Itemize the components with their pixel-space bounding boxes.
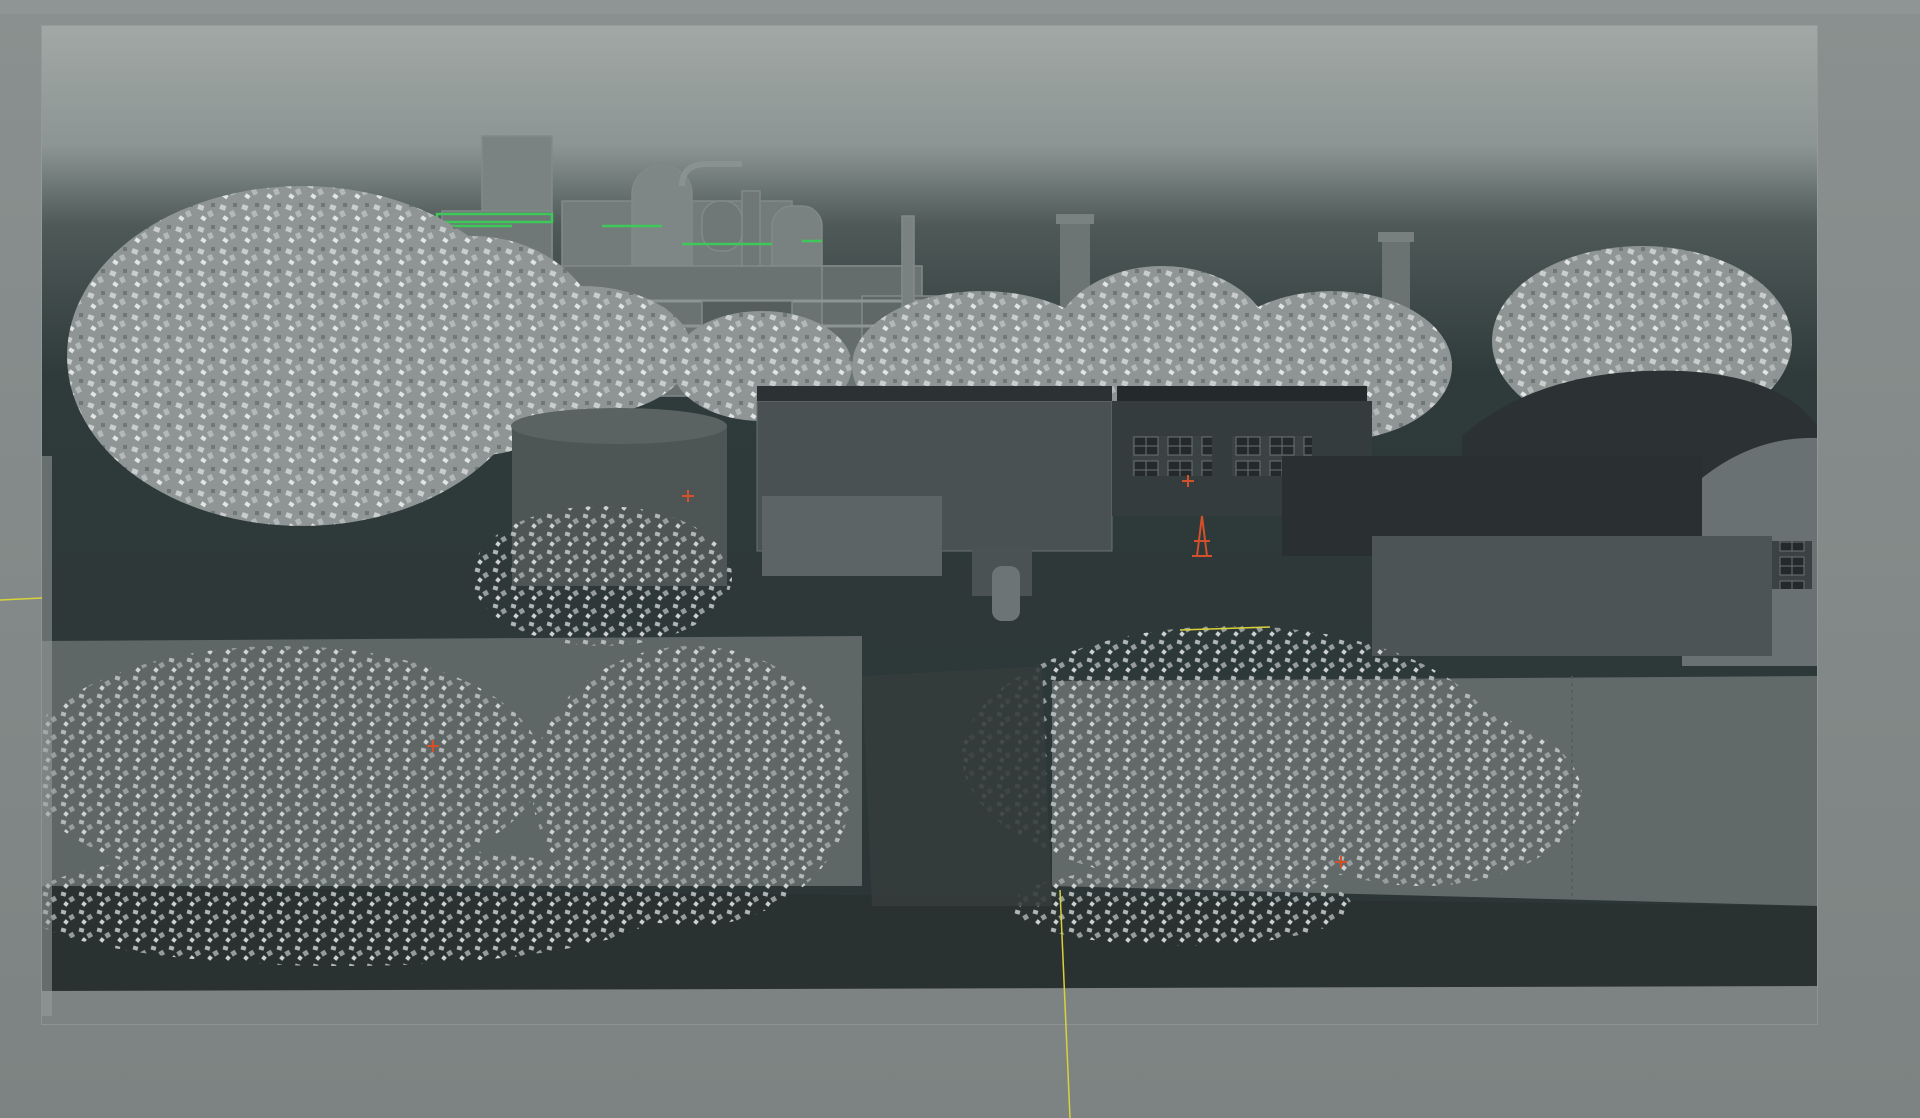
viewport-top-edge: [0, 0, 1920, 14]
scene-render[interactable]: [42, 26, 1817, 1024]
resolution-gate: [42, 26, 1817, 1024]
center-passage: [862, 666, 1052, 906]
scene-viewport[interactable]: [0, 0, 1920, 1118]
